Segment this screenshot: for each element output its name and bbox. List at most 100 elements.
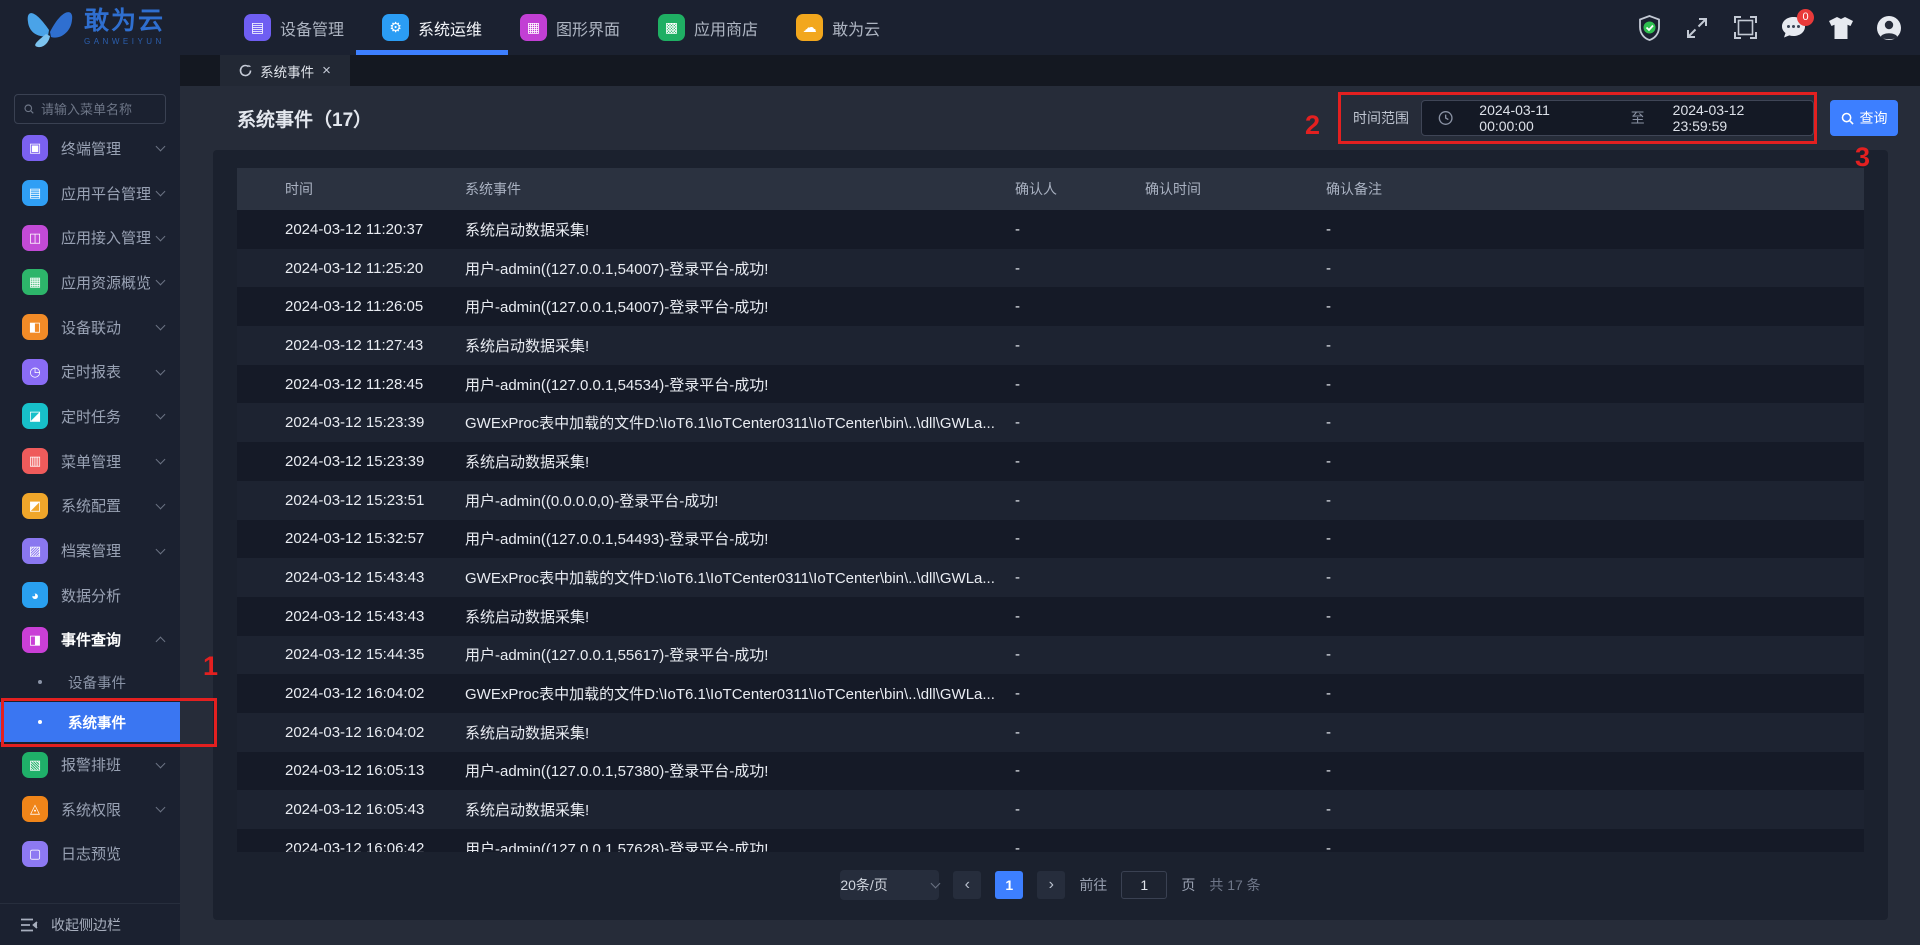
cell-event: 系统启动数据采集! (465, 451, 1015, 472)
sidebar-item[interactable]: ▧报警排班 (0, 742, 180, 787)
sidebar-item[interactable]: ▦应用资源概览 (0, 260, 180, 305)
annotation-number-3: 3 (1855, 142, 1870, 173)
cell-time: 2024-03-12 15:32:57 (237, 530, 465, 547)
chevron-down-icon (156, 187, 166, 197)
cell-event: 系统启动数据采集! (465, 722, 1015, 743)
sidebar-item[interactable]: ▤应用平台管理 (0, 171, 180, 216)
top-icons: 0 (1636, 15, 1920, 41)
sidebar-item-icon: ▥ (22, 448, 48, 474)
cell-confirm-note: - (1326, 260, 1864, 277)
column-header-confirm-time: 确认时间 (1145, 179, 1326, 199)
end-datetime[interactable]: 2024-03-12 23:59:59 (1673, 102, 1797, 134)
pagination: 20条/页 ‹ 1 › 前往 页 共 17 条 (237, 852, 1864, 918)
cell-confirm-user: - (1015, 530, 1145, 547)
sidebar-item-icon: ◬ (22, 796, 48, 822)
cell-confirm-user: - (1015, 762, 1145, 779)
chevron-down-icon (156, 803, 166, 813)
table-row: 2024-03-12 15:44:35用户-admin((127.0.0.1,5… (237, 636, 1864, 675)
cell-time: 2024-03-12 15:43:43 (237, 569, 465, 586)
cell-event: 用户-admin((127.0.0.1,55617)-登录平台-成功! (465, 644, 1015, 665)
tab-system-events[interactable]: 系统事件 × (220, 55, 350, 86)
cell-time: 2024-03-12 16:06:42 (237, 840, 465, 852)
refresh-icon[interactable] (239, 64, 252, 77)
goto-page-input[interactable] (1121, 871, 1167, 899)
cell-confirm-note: - (1326, 492, 1864, 509)
sidebar-item-icon: ▦ (22, 269, 48, 295)
fullscreen-icon[interactable] (1684, 15, 1710, 41)
nav-item[interactable]: ▦图形界面 (520, 0, 620, 55)
sidebar-item-icon: ◪ (22, 403, 48, 429)
collapse-sidebar-button[interactable]: 收起侧边栏 (0, 903, 180, 945)
cell-confirm-user: - (1015, 260, 1145, 277)
cell-confirm-user: - (1015, 492, 1145, 509)
sidebar-item[interactable]: ◷定时报表 (0, 349, 180, 394)
table-body: 2024-03-12 11:20:37系统启动数据采集!-- 2024-03-12… (237, 210, 1864, 852)
cell-confirm-note: - (1326, 453, 1864, 470)
cell-event: 用户-admin((127.0.0.1,54534)-登录平台-成功! (465, 374, 1015, 395)
sidebar-item[interactable]: ▢日志预览 (0, 832, 180, 877)
tab-label: 系统事件 (260, 61, 314, 81)
nav-item[interactable]: ▩应用商店 (658, 0, 758, 55)
menu-search-box[interactable] (14, 94, 166, 124)
start-datetime[interactable]: 2024-03-11 00:00:00 (1479, 102, 1602, 134)
top-nav: ▤设备管理 ⚙系统运维 ▦图形界面 ▩应用商店 ☁敢为云 (180, 0, 880, 55)
nav-item[interactable]: ▤设备管理 (244, 0, 344, 55)
filter-bar: 2 时间范围 2024-03-11 00:00:00 至 2024-03-12 … (1305, 92, 1898, 144)
sidebar-item[interactable]: ◧设备联动 (0, 305, 180, 350)
cell-time: 2024-03-12 16:04:02 (237, 724, 465, 741)
table-row: 2024-03-12 16:04:02系统启动数据采集!-- (237, 713, 1864, 752)
sidebar-item[interactable]: ◩系统配置 (0, 484, 180, 529)
sidebar-item[interactable]: ▣终端管理 (0, 126, 180, 171)
nav-item[interactable]: ☁敢为云 (796, 0, 880, 55)
sidebar-item-label: 系统权限 (61, 799, 121, 820)
sidebar-item[interactable]: ▥菜单管理 (0, 439, 180, 484)
menu-search-input[interactable] (41, 102, 156, 117)
sidebar-subitem[interactable]: 设备事件 (0, 662, 180, 702)
sidebar-item-icon: ◫ (22, 225, 48, 251)
query-button[interactable]: 查询 (1830, 100, 1898, 136)
sidebar-item[interactable]: ◕数据分析 (0, 573, 180, 618)
table-row: 2024-03-12 11:26:05用户-admin((127.0.0.1,5… (237, 287, 1864, 326)
cell-event: 用户-admin((0.0.0.0,0)-登录平台-成功! (465, 490, 1015, 511)
avatar-icon[interactable] (1876, 15, 1902, 41)
sidebar-item[interactable]: ◪定时任务 (0, 394, 180, 439)
cell-confirm-user: - (1015, 414, 1145, 431)
sidebar-item[interactable]: ◫应用接入管理 (0, 215, 180, 260)
current-page-button[interactable]: 1 (995, 871, 1023, 899)
time-range-picker[interactable]: 2024-03-11 00:00:00 至 2024-03-12 23:59:5… (1421, 100, 1814, 136)
search-icon (24, 102, 34, 116)
message-icon[interactable]: 0 (1780, 15, 1806, 41)
cell-confirm-user: - (1015, 724, 1145, 741)
cell-time: 2024-03-12 16:05:13 (237, 762, 465, 779)
prev-page-button[interactable]: ‹ (953, 871, 981, 899)
nav-item-icon: ▩ (658, 14, 685, 41)
goto-label: 前往 (1079, 875, 1107, 895)
title-row: 系统事件（17） 2 时间范围 2024-03-11 00:00:00 至 20… (180, 86, 1920, 150)
sidebar-subitem[interactable]: 系统事件 (0, 702, 180, 742)
shield-check-icon[interactable] (1636, 15, 1662, 41)
cell-confirm-note: - (1326, 685, 1864, 702)
sidebar-item-icon: ▢ (22, 841, 48, 867)
nav-item-label: 敢为云 (832, 16, 880, 40)
sidebar-item[interactable]: ▨档案管理 (0, 528, 180, 573)
sidebar-item-label: 终端管理 (61, 138, 121, 159)
tab-close-icon[interactable]: × (322, 63, 331, 78)
table-row: 2024-03-12 11:27:43系统启动数据采集!-- (237, 326, 1864, 365)
sidebar-subitem-label: 设备事件 (68, 672, 126, 693)
cell-confirm-note: - (1326, 569, 1864, 586)
frame-capture-icon[interactable] (1732, 15, 1758, 41)
table-row: 2024-03-12 11:20:37系统启动数据采集!-- (237, 210, 1864, 249)
table-row: 2024-03-12 15:23:39系统启动数据采集!-- (237, 442, 1864, 481)
next-page-button[interactable]: › (1037, 871, 1065, 899)
nav-item[interactable]: ⚙系统运维 (382, 0, 482, 55)
table-row: 2024-03-12 15:43:43系统启动数据采集!-- (237, 597, 1864, 636)
brand-subtitle: GANWEIYUN (84, 38, 165, 46)
cell-confirm-note: - (1326, 840, 1864, 852)
sidebar-item[interactable]: ◨事件查询 (0, 618, 180, 663)
cell-confirm-user: - (1015, 298, 1145, 315)
page-size-select[interactable]: 20条/页 (840, 870, 939, 900)
cell-time: 2024-03-12 11:25:20 (237, 260, 465, 277)
sidebar-item[interactable]: ◬ 系统权限 (0, 787, 180, 832)
theme-shirt-icon[interactable] (1828, 15, 1854, 41)
cell-time: 2024-03-12 16:04:02 (237, 685, 465, 702)
